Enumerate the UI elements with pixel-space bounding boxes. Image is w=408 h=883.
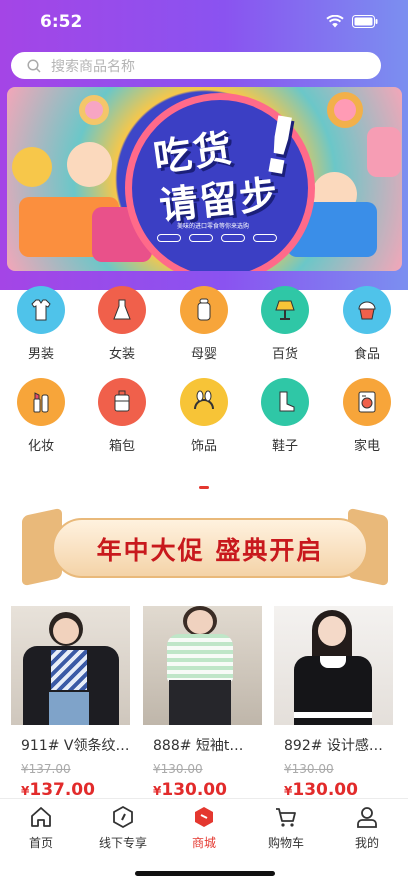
product-name: 892# 设计感…	[284, 738, 383, 754]
tab-store[interactable]: 商城	[163, 804, 245, 851]
category-accessories[interactable]: 饰品	[174, 378, 234, 454]
tab-label: 首页	[28, 836, 53, 850]
search-placeholder[interactable]: 搜索商品名称	[51, 56, 135, 76]
product-card[interactable]: 888# 短袖t… ¥130.00 ¥130.00	[143, 606, 262, 800]
tab-profile[interactable]: 我的	[326, 804, 408, 851]
product-old-price: ¥130.00	[153, 762, 203, 776]
category-women[interactable]: 女装	[92, 286, 152, 362]
status-time: 6:52	[40, 12, 83, 32]
page-indicator	[199, 486, 209, 489]
tab-label: 线下专享	[98, 836, 147, 850]
category-label: 化妆	[27, 439, 54, 454]
product-old-price: ¥137.00	[21, 762, 71, 776]
product-price: ¥130.00	[143, 780, 262, 800]
category-label: 饰品	[190, 439, 217, 454]
cart-icon	[276, 808, 296, 827]
wifi-icon	[326, 15, 344, 28]
price-value: 130.00	[292, 780, 358, 800]
promo-ribbon[interactable]: 年中大促 盛典开启	[22, 506, 388, 590]
shirt-icon	[17, 286, 65, 334]
product-image	[274, 606, 393, 725]
product-name: 911# V领条纹…	[21, 738, 130, 754]
category-appliances[interactable]: 家电	[337, 378, 397, 454]
category-food[interactable]: 食品	[337, 286, 397, 362]
category-label: 箱包	[108, 439, 135, 454]
hairband-icon	[180, 378, 228, 426]
price-value: 137.00	[29, 780, 95, 800]
donut-decoration	[79, 95, 109, 125]
ribbon-body: 年中大促 盛典开启	[52, 518, 368, 578]
category-label: 母婴	[190, 347, 217, 362]
product-old-price: ¥130.00	[284, 762, 334, 776]
category-label: 女装	[108, 347, 135, 362]
sweet-decoration	[12, 147, 52, 187]
category-shoes[interactable]: 鞋子	[255, 378, 315, 454]
home-icon	[31, 807, 51, 827]
promo-banner[interactable]: 吃货 请留步 ! 美味的进口零食等你来选购	[7, 87, 402, 271]
promo-text: 年中大促 盛典开启	[96, 536, 324, 565]
product-price: ¥137.00	[11, 780, 130, 800]
user-icon	[357, 807, 377, 828]
luggage-icon	[98, 378, 146, 426]
category-label: 食品	[353, 347, 380, 362]
search-icon	[27, 58, 41, 73]
tab-label: 我的	[354, 836, 379, 850]
product-name: 888# 短袖t…	[153, 738, 244, 754]
tab-label: 商城	[191, 836, 216, 850]
category-label: 男装	[27, 347, 54, 362]
sweet-decoration	[367, 127, 401, 177]
status-bar: 6:52	[0, 0, 408, 46]
product-price: ¥130.00	[274, 780, 393, 800]
tab-home[interactable]: 首页	[0, 804, 82, 851]
tab-cart[interactable]: 购物车	[245, 804, 327, 851]
lamp-icon	[261, 286, 309, 334]
product-card[interactable]: 911# V领条纹… ¥137.00 ¥137.00	[11, 606, 130, 800]
category-men[interactable]: 男装	[11, 286, 71, 362]
dress-icon	[98, 286, 146, 334]
bottle-icon	[180, 286, 228, 334]
category-label: 家电	[353, 439, 380, 454]
store-icon	[195, 807, 213, 827]
category-label: 鞋子	[271, 439, 298, 454]
tab-label: 购物车	[267, 836, 304, 850]
character-decoration	[67, 142, 112, 187]
boot-icon	[261, 378, 309, 426]
cupcake-icon	[343, 286, 391, 334]
tab-offline[interactable]: 线下专享	[82, 804, 164, 851]
banner-pills	[157, 234, 277, 242]
home-indicator	[135, 871, 275, 876]
price-value: 130.00	[161, 780, 227, 800]
compass-icon	[113, 805, 133, 829]
banner-subtitle: 美味的进口零食等你来选购	[177, 223, 250, 230]
category-bags[interactable]: 箱包	[92, 378, 152, 454]
search-bar[interactable]: 搜索商品名称	[11, 52, 381, 79]
category-label: 百货	[271, 347, 298, 362]
status-icons	[326, 15, 378, 28]
product-image	[143, 606, 262, 725]
washer-icon	[343, 378, 391, 426]
product-image	[11, 606, 130, 725]
product-card[interactable]: 892# 设计感… ¥130.00 ¥130.00	[274, 606, 393, 800]
donut-decoration	[327, 92, 363, 128]
category-general[interactable]: 百货	[255, 286, 315, 362]
cosmetics-icon	[17, 378, 65, 426]
battery-icon	[352, 15, 378, 28]
category-baby[interactable]: 母婴	[174, 286, 234, 362]
category-makeup[interactable]: 化妆	[11, 378, 71, 454]
